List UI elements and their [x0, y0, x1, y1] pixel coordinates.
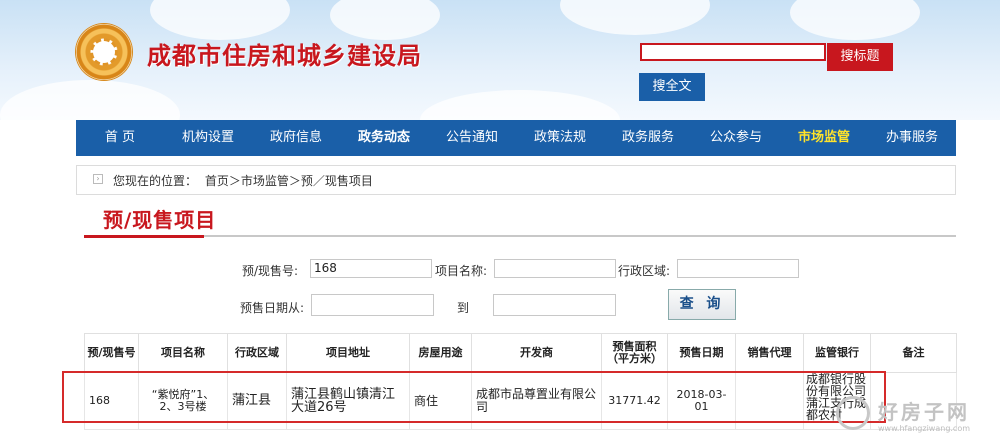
- nav-item-home[interactable]: 首 页: [76, 120, 164, 156]
- nav-item-policies[interactable]: 政策法规: [516, 120, 604, 156]
- col-header-date: 预售日期: [667, 333, 736, 373]
- col-header-address: 项目地址: [286, 333, 410, 373]
- col-header-agent: 销售代理: [735, 333, 804, 373]
- breadcrumb-prefix: 您现在的位置：: [113, 174, 198, 188]
- cell-bank: 成都银行股份有限公司蒲江支行成都农村: [803, 372, 871, 430]
- col-header-presale-no: 预/现售号: [84, 333, 139, 373]
- cell-usage: 商住: [409, 372, 472, 430]
- col-header-developer: 开发商: [471, 333, 602, 373]
- cell-agent: [735, 372, 804, 430]
- cell-project-name[interactable]: “紫悦府”1、2、3号楼: [138, 372, 228, 430]
- cell-developer: 成都市品尊置业有限公司: [471, 372, 602, 430]
- nav-item-gov-news[interactable]: 政务动态: [340, 120, 428, 156]
- cell-area: 31771.42: [601, 372, 668, 430]
- search-title-button[interactable]: 搜标题: [827, 43, 893, 71]
- date-from-label: 预售日期从:: [240, 301, 305, 315]
- col-header-project-name: 项目名称: [138, 333, 228, 373]
- nav-item-services[interactable]: 办事服务: [868, 120, 956, 156]
- col-header-remarks: 备注: [870, 333, 957, 373]
- table-header-row: 预/现售号 项目名称 行政区域 项目地址 房屋用途 开发商 预售面积（平方米） …: [84, 333, 957, 373]
- presale-no-input[interactable]: 168: [310, 259, 432, 278]
- heading-underline: [84, 235, 204, 238]
- project-name-input[interactable]: [494, 259, 616, 278]
- nav-item-gov-info[interactable]: 政府信息: [252, 120, 340, 156]
- nav-item-announcements[interactable]: 公告通知: [428, 120, 516, 156]
- cell-presale-no: 168: [84, 372, 139, 430]
- date-to-label: 到: [457, 301, 470, 315]
- date-to-input[interactable]: [493, 294, 616, 316]
- col-header-district: 行政区域: [227, 333, 287, 373]
- nav-item-organization[interactable]: 机构设置: [164, 120, 252, 156]
- government-emblem-icon: [76, 24, 132, 80]
- page-title: 预/现售项目: [103, 208, 217, 232]
- search-input[interactable]: [640, 43, 826, 61]
- col-header-usage: 房屋用途: [409, 333, 472, 373]
- site-title: 成都市住房和城乡建设局: [147, 42, 422, 70]
- cell-bank-text: 成都银行股份有限公司蒲江支行成都农村: [806, 373, 867, 422]
- nav-item-market-supervision[interactable]: 市场监管: [780, 120, 868, 156]
- nav-item-gov-services[interactable]: 政务服务: [604, 120, 692, 156]
- project-name-label: 项目名称:: [435, 264, 488, 278]
- date-from-input[interactable]: [311, 294, 434, 316]
- nav-item-public-participation[interactable]: 公众参与: [692, 120, 780, 156]
- chevron-right-icon: ›: [93, 174, 103, 184]
- search-fulltext-button[interactable]: 搜全文: [639, 73, 705, 101]
- cell-district: 蒲江县: [227, 372, 287, 430]
- table-row[interactable]: 168 “紫悦府”1、2、3号楼 蒲江县 蒲江县鹤山镇清江大道26号 商住 成都…: [84, 372, 957, 430]
- cell-address: 蒲江县鹤山镇清江大道26号: [286, 372, 410, 430]
- breadcrumb: › 您现在的位置： 首页＞市场监管＞预／现售项目: [76, 165, 956, 195]
- district-label: 行政区域:: [618, 264, 671, 278]
- col-header-area: 预售面积（平方米）: [601, 333, 668, 373]
- col-header-bank: 监管银行: [803, 333, 871, 373]
- cell-date: 2018-03-01: [667, 372, 736, 430]
- breadcrumb-path[interactable]: 首页＞市场监管＞预／现售项目: [205, 174, 373, 188]
- presale-no-label: 预/现售号:: [242, 264, 299, 278]
- main-nav: 首 页 机构设置 政府信息 政务动态 公告通知 政策法规 政务服务 公众参与 市…: [76, 120, 956, 156]
- heading-divider: [204, 235, 956, 237]
- presale-table: 预/现售号 项目名称 行政区域 项目地址 房屋用途 开发商 预售面积（平方米） …: [84, 333, 957, 430]
- cell-remarks: [870, 372, 957, 430]
- district-input[interactable]: [677, 259, 799, 278]
- query-button[interactable]: 查 询: [668, 289, 736, 320]
